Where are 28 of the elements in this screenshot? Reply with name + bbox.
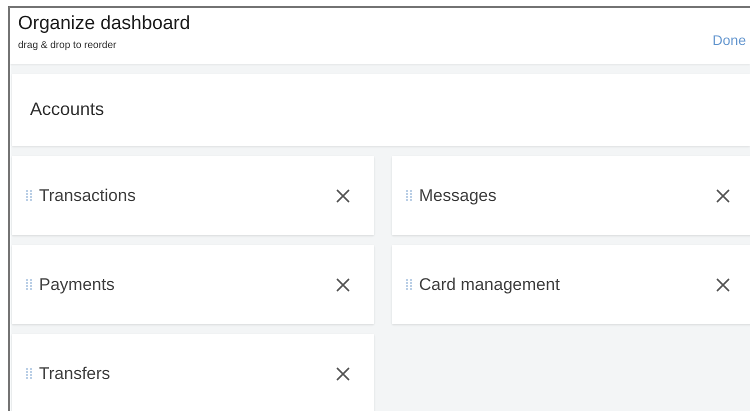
page-title: Organize dashboard: [18, 13, 190, 35]
widget-card[interactable]: Transactions: [12, 156, 374, 235]
widget-label: Messages: [419, 186, 498, 206]
close-button[interactable]: [336, 278, 350, 292]
close-button[interactable]: [716, 188, 730, 202]
close-icon: [716, 278, 730, 292]
widget-card[interactable]: Card management: [392, 245, 750, 324]
drag-handle-icon[interactable]: [406, 190, 412, 201]
widget-label: Payments: [39, 274, 116, 294]
drag-handle-icon[interactable]: [26, 368, 32, 379]
widget-label: Transfers: [39, 364, 112, 384]
widget-label: Transactions: [39, 186, 137, 206]
widget-card[interactable]: Messages: [392, 156, 750, 235]
widget-card[interactable]: Transfers: [12, 334, 374, 411]
close-button[interactable]: [716, 278, 730, 292]
drag-handle-icon[interactable]: [406, 279, 412, 290]
widget-card[interactable]: Payments: [12, 245, 374, 324]
close-button[interactable]: [336, 188, 350, 202]
section-title: Accounts: [30, 99, 104, 120]
close-icon: [336, 188, 350, 202]
close-button[interactable]: [336, 366, 350, 380]
close-icon: [716, 188, 730, 202]
widget-label: Card management: [419, 274, 561, 294]
close-icon: [336, 366, 350, 380]
drag-handle-icon[interactable]: [26, 190, 32, 201]
page-subtitle: drag & drop to reorder: [18, 40, 118, 51]
drag-handle-icon[interactable]: [26, 279, 32, 290]
close-icon: [336, 278, 350, 292]
